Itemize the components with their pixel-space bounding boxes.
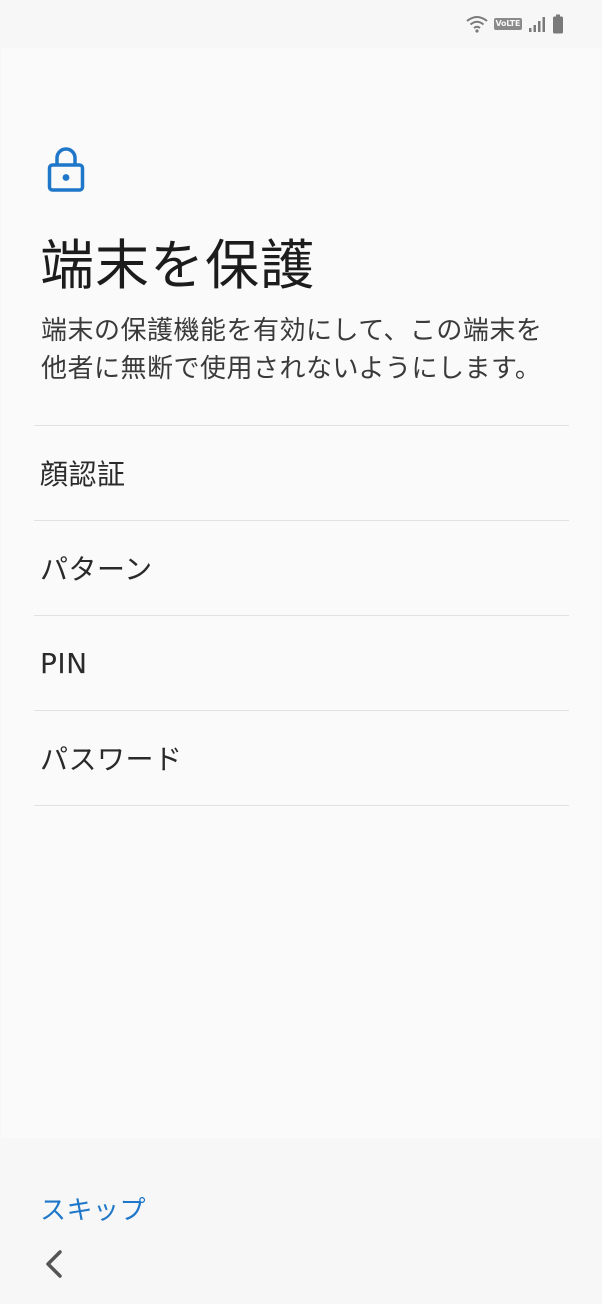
status-bar: VoLTE <box>0 0 602 48</box>
page-title: 端末を保護 <box>40 234 315 297</box>
skip-button[interactable]: スキップ <box>40 1190 146 1227</box>
cellular-signal-icon <box>528 15 546 33</box>
lock-method-list: 顔認証 パターン PIN パスワード <box>34 425 569 806</box>
status-icons: VoLTE <box>465 12 564 36</box>
volte-badge: VoLTE <box>493 18 522 30</box>
option-pattern[interactable]: パターン <box>34 520 569 615</box>
chevron-left-icon <box>38 1250 70 1285</box>
wifi-icon <box>465 15 488 33</box>
option-password[interactable]: パスワード <box>34 710 569 806</box>
back-button[interactable] <box>38 1246 70 1282</box>
option-pin[interactable]: PIN <box>34 615 569 710</box>
lock-icon <box>47 146 85 192</box>
screen: VoLTE 端末を保護 端末の保護機能を有効にして、この端末を他者に無断で使用さ… <box>0 0 602 1304</box>
page-description: 端末の保護機能を有効にして、この端末を他者に無断で使用されないようにします。 <box>41 316 543 384</box>
battery-icon <box>552 14 564 34</box>
option-face-recognition[interactable]: 顔認証 <box>34 425 569 520</box>
